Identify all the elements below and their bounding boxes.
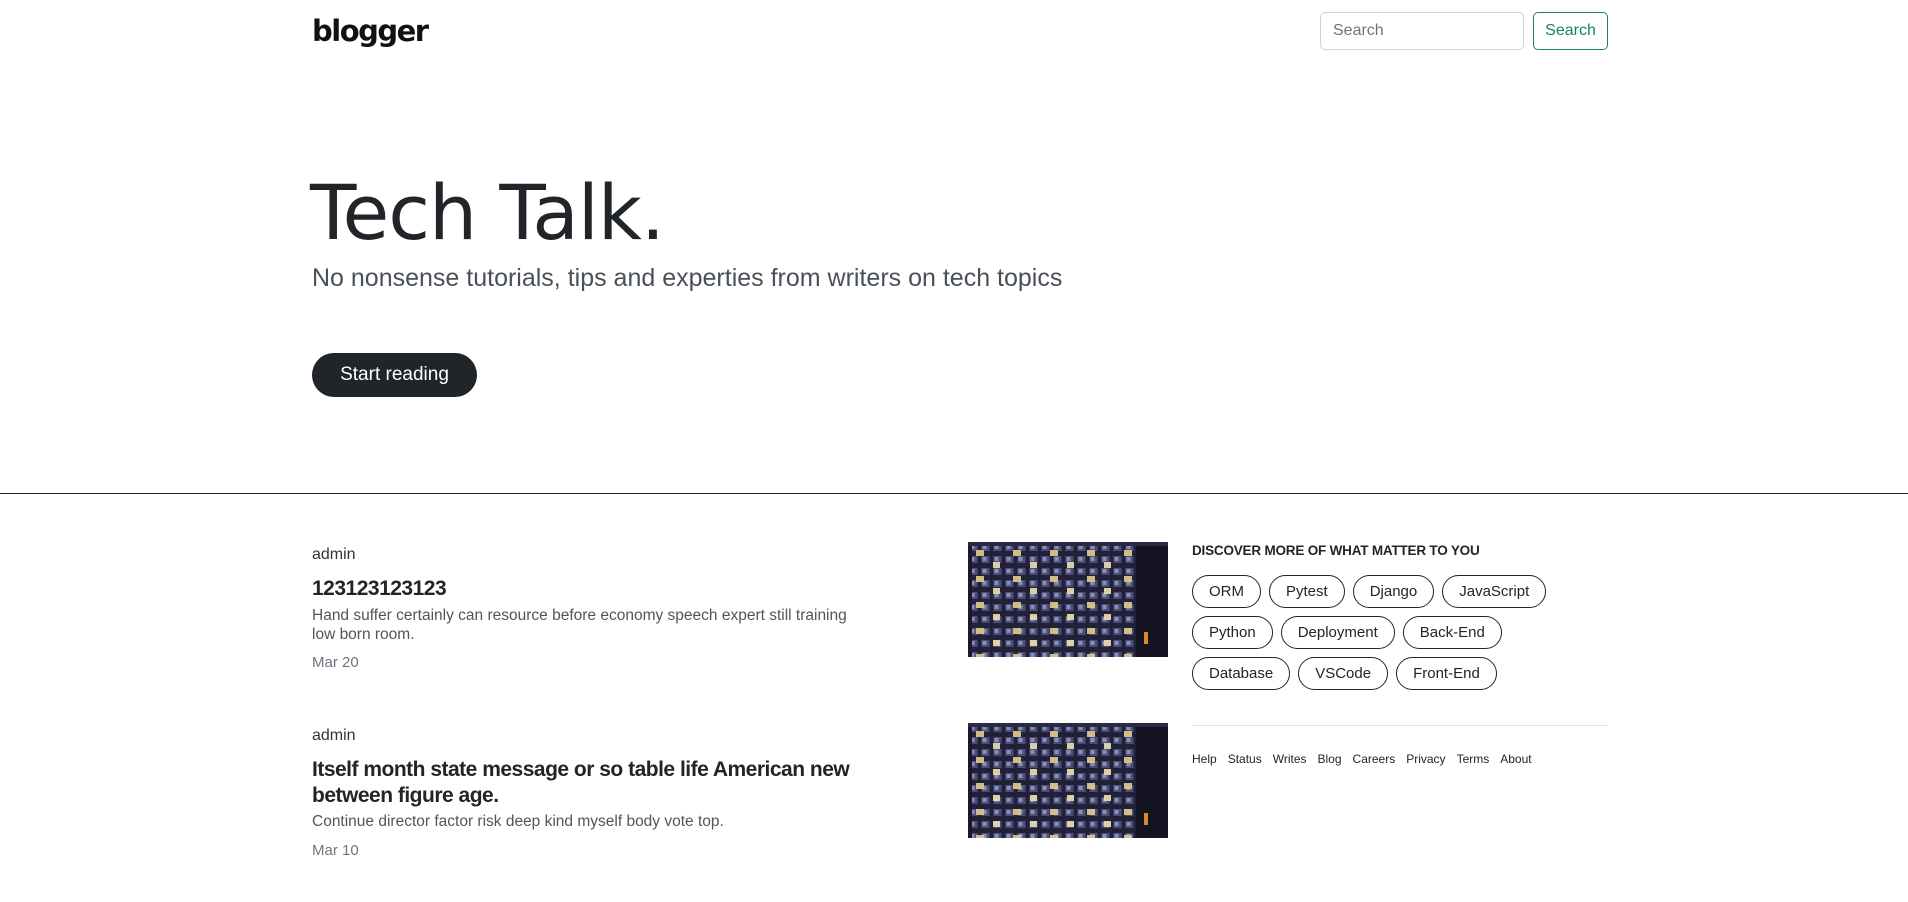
tag-vscode[interactable]: VSCode — [1298, 657, 1389, 690]
search-input[interactable] — [1320, 12, 1524, 50]
footer-links: Help Status Writes Blog Careers Privacy … — [1192, 752, 1532, 766]
post-summary: Continue director factor risk deep kind … — [312, 813, 724, 830]
footer-link-terms[interactable]: Terms — [1457, 752, 1490, 766]
sidebar-divider — [1192, 725, 1608, 726]
section-divider — [0, 493, 1908, 494]
post-date: Mar 10 — [312, 842, 359, 859]
tag-back-end[interactable]: Back-End — [1402, 616, 1502, 649]
post-title[interactable]: Itself month state message or so table l… — [312, 757, 872, 809]
tag-javascript[interactable]: JavaScript — [1442, 575, 1547, 608]
tag-python[interactable]: Python — [1192, 616, 1273, 649]
post-card[interactable]: admin 123123123123 Hand suffer certainly… — [312, 542, 1172, 671]
footer-link-help[interactable]: Help — [1192, 752, 1217, 766]
navbar: blogger Search — [0, 0, 1908, 64]
post-title[interactable]: 123123123123 — [312, 576, 872, 602]
search-button[interactable]: Search — [1533, 12, 1608, 50]
post-author[interactable]: admin — [312, 727, 356, 745]
post-summary: Hand suffer certainly can resource befor… — [312, 607, 847, 643]
tag-deployment[interactable]: Deployment — [1280, 616, 1395, 649]
footer-link-about[interactable]: About — [1500, 752, 1531, 766]
hero-subtitle: No nonsense tutorials, tips and expertie… — [312, 264, 1063, 292]
tag-front-end[interactable]: Front-End — [1396, 657, 1497, 690]
tag-list: ORM Pytest Django JavaScript Python Depl… — [1192, 575, 1608, 690]
tag-pytest[interactable]: Pytest — [1269, 575, 1345, 608]
footer-link-status[interactable]: Status — [1228, 752, 1262, 766]
start-reading-button[interactable]: Start reading — [312, 353, 477, 397]
discover-heading: DISCOVER MORE OF WHAT MATTER TO YOU — [1192, 543, 1480, 558]
site-logo[interactable]: blogger — [312, 14, 429, 48]
tag-database[interactable]: Database — [1192, 657, 1291, 690]
post-card[interactable]: admin Itself month state message or so t… — [312, 723, 1172, 862]
tag-django[interactable]: Django — [1352, 575, 1435, 608]
footer-link-careers[interactable]: Careers — [1353, 752, 1396, 766]
footer-link-privacy[interactable]: Privacy — [1406, 752, 1445, 766]
post-thumbnail[interactable] — [968, 542, 1168, 657]
post-author[interactable]: admin — [312, 546, 356, 564]
post-thumbnail[interactable] — [968, 723, 1168, 838]
tag-orm[interactable]: ORM — [1192, 575, 1261, 608]
post-date: Mar 20 — [312, 654, 359, 671]
footer-link-blog[interactable]: Blog — [1318, 752, 1342, 766]
hero-title: Tech Talk. — [310, 168, 665, 257]
footer-link-writes[interactable]: Writes — [1273, 752, 1307, 766]
